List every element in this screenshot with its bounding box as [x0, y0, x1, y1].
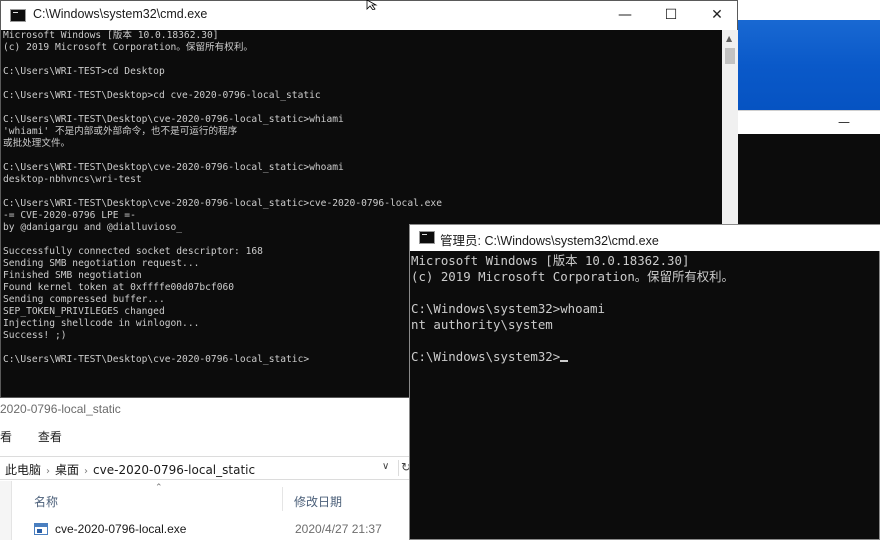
- admin-cmd-titlebar[interactable]: 管理员: C:\Windows\system32\cmd.exe: [410, 225, 880, 251]
- console-line: C:\Users\WRI-TEST\Desktop\cve-2020-0796-…: [3, 198, 442, 209]
- console-line: C:\Windows\system32>whoami: [411, 301, 605, 316]
- mouse-pointer-icon: [366, 0, 378, 10]
- breadcrumb-this-pc[interactable]: 此电脑: [5, 463, 41, 477]
- file-modified-date: 2020/4/27 21:37: [295, 522, 382, 536]
- console-line: C:\Users\WRI-TEST>cd Desktop: [3, 66, 165, 77]
- address-bar[interactable]: 此电脑 › 桌面 › cve-2020-0796-local_static ∨ ↻: [0, 456, 411, 480]
- minimize-button[interactable]: —: [603, 4, 647, 26]
- column-header-name[interactable]: 名称: [34, 493, 58, 510]
- console-line: desktop-nbhvncs\wri-test: [3, 174, 142, 185]
- console-line: C:\Users\WRI-TEST\Desktop>cd cve-2020-07…: [3, 90, 321, 101]
- ribbon-tab-view[interactable]: 查看: [38, 430, 62, 444]
- desktop-top-area: [738, 0, 880, 20]
- scroll-up-icon[interactable]: ▲: [726, 34, 732, 43]
- breadcrumb-separator-icon: ›: [84, 466, 89, 477]
- exe-file-icon: [34, 523, 48, 535]
- file-row[interactable]: cve-2020-0796-local.exe 2020/4/27 21:37: [12, 520, 410, 540]
- explorer-ribbon: 看 查看: [0, 428, 84, 445]
- admin-cmd-app-icon: [419, 231, 435, 244]
- scrollbar-thumb[interactable]: [725, 48, 735, 64]
- explorer-title: 2020-0796-local_static: [0, 402, 121, 416]
- cmd-app-icon: [10, 9, 26, 22]
- ribbon-tab-partial[interactable]: 看: [0, 430, 12, 444]
- text-cursor: [560, 360, 569, 362]
- admin-cmd-title: 管理员: C:\Windows\system32\cmd.exe: [440, 234, 659, 248]
- background-minimize-button[interactable]: —: [838, 115, 850, 129]
- cmd-title: C:\Windows\system32\cmd.exe: [33, 7, 208, 21]
- close-button[interactable]: ✕: [695, 4, 739, 26]
- breadcrumb-separator-icon: ›: [46, 466, 51, 477]
- breadcrumb-desktop[interactable]: 桌面: [55, 463, 79, 477]
- console-line: nt authority\system: [411, 317, 553, 332]
- column-header-date[interactable]: 修改日期: [294, 493, 342, 510]
- file-name[interactable]: cve-2020-0796-local.exe: [55, 522, 186, 536]
- console-line: 或批处理文件。: [3, 138, 71, 149]
- console-line: -= CVE-2020-0796 LPE =-: [3, 210, 136, 221]
- console-line: Microsoft Windows [版本 10.0.18362.30]: [3, 30, 219, 41]
- address-dropdown-icon[interactable]: ∨: [382, 461, 389, 472]
- navigation-pane[interactable]: [0, 481, 12, 540]
- sort-ascending-icon: ⌃: [155, 483, 163, 493]
- admin-cmd-console-output[interactable]: Microsoft Windows [版本 10.0.18362.30] (c) …: [411, 253, 879, 539]
- console-line: 'whiami' 不是内部或外部命令，也不是可运行的程序: [3, 126, 238, 137]
- console-line: (c) 2019 Microsoft Corporation。保留所有权利。: [411, 269, 734, 284]
- file-explorer-window[interactable]: 2020-0796-local_static 看 查看 此电脑 › 桌面 › cve-2…: [0, 398, 411, 540]
- admin-cmd-window[interactable]: 管理员: C:\Windows\system32\cmd.exe Microso…: [409, 224, 880, 540]
- breadcrumb-folder[interactable]: cve-2020-0796-local_static: [93, 463, 255, 477]
- column-divider[interactable]: [282, 487, 283, 511]
- breadcrumb: 此电脑 › 桌面 › cve-2020-0796-local_static: [5, 461, 255, 478]
- console-line: (c) 2019 Microsoft Corporation。保留所有权利。: [3, 42, 254, 53]
- console-line: C:\Users\WRI-TEST\Desktop\cve-2020-0796-…: [3, 114, 344, 125]
- column-header-row: ⌃ 名称 修改日期: [12, 481, 410, 515]
- console-line: C:\Windows\system32>: [411, 349, 879, 365]
- background-window-titlebar[interactable]: —: [738, 110, 880, 134]
- maximize-button[interactable]: ☐: [649, 4, 693, 26]
- console-line: Microsoft Windows [版本 10.0.18362.30]: [411, 253, 690, 268]
- console-line: C:\Users\WRI-TEST\Desktop\cve-2020-0796-…: [3, 162, 344, 173]
